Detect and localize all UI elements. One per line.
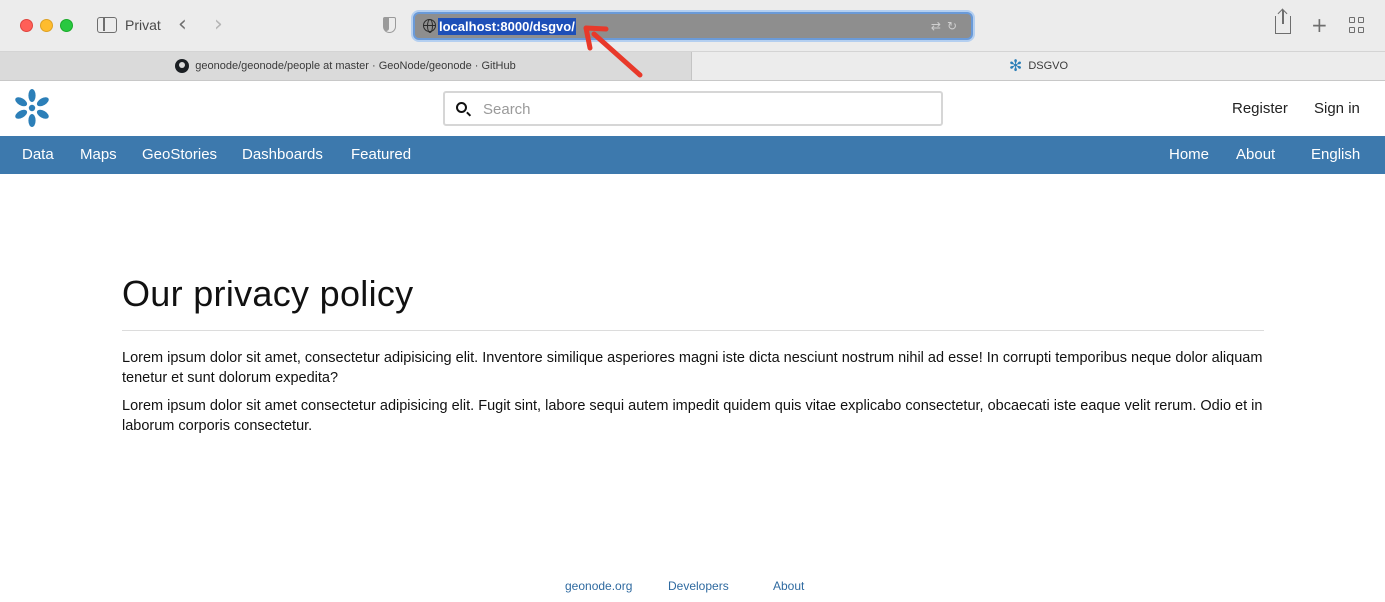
search-input[interactable] [483, 98, 923, 120]
tab-title: geonode/geonode/people at master · GeoNo… [195, 60, 516, 72]
site-header: Register Sign in [0, 81, 1385, 136]
main-nav: Data Maps GeoStories Dashboards Featured… [0, 136, 1385, 174]
search-box [443, 91, 943, 126]
footer-link-geonode-org[interactable]: geonode.org [565, 579, 632, 593]
footer-link-about[interactable]: About [773, 579, 804, 593]
address-bar[interactable]: localhost:8000/dsgvo/ ⇄↻ [413, 12, 973, 40]
footer-link-developers[interactable]: Developers [668, 579, 729, 593]
policy-paragraph: Lorem ipsum dolor sit amet, consectetur … [122, 350, 1263, 386]
tab-title: DSGVO [1028, 60, 1069, 72]
url-text[interactable]: localhost:8000/dsgvo/ [438, 18, 576, 35]
nav-item-home[interactable]: Home [1169, 146, 1209, 163]
nav-item-geostories[interactable]: GeoStories [142, 146, 217, 163]
nav-item-data[interactable]: Data [22, 146, 54, 163]
tab-dsgvo[interactable]: ✻ DSGVO [692, 52, 1385, 80]
title-divider [122, 330, 1264, 331]
search-icon[interactable] [456, 102, 467, 113]
maximize-window-button[interactable] [60, 19, 73, 32]
nav-item-maps[interactable]: Maps [80, 146, 117, 163]
private-window-label: Privat [125, 17, 161, 33]
back-button[interactable]: ‹ [178, 14, 187, 36]
privacy-shield-icon[interactable] [383, 17, 396, 33]
nav-item-dashboards[interactable]: Dashboards [242, 146, 323, 163]
nav-item-about[interactable]: About [1236, 146, 1275, 163]
policy-paragraph: Lorem ipsum dolor sit amet consectetur a… [122, 398, 1263, 434]
minimize-window-button[interactable] [40, 19, 53, 32]
forward-button[interactable]: › [214, 14, 223, 36]
register-link[interactable]: Register [1232, 100, 1288, 117]
geonode-logo-icon[interactable] [12, 88, 52, 128]
tab-bar: geonode/geonode/people at master · GeoNo… [0, 52, 1385, 81]
globe-icon [423, 19, 436, 33]
sidebar-toggle-icon[interactable] [97, 17, 117, 33]
tab-overview-icon[interactable] [1349, 17, 1365, 33]
nav-item-featured[interactable]: Featured [351, 146, 411, 163]
geonode-icon: ✻ [1008, 56, 1023, 75]
reload-icon[interactable]: ⇄↻ [931, 19, 963, 33]
new-tab-icon[interactable]: + [1311, 14, 1328, 36]
github-icon [175, 59, 190, 73]
language-selector[interactable]: English [1311, 146, 1360, 163]
share-icon[interactable] [1275, 10, 1291, 34]
close-window-button[interactable] [20, 19, 33, 32]
annotation-arrow-icon [583, 25, 643, 78]
sign-in-link[interactable]: Sign in [1314, 100, 1360, 117]
browser-toolbar: Privat ‹ › localhost:8000/dsgvo/ ⇄↻ + [0, 0, 1385, 52]
page-title: Our privacy policy [122, 273, 414, 314]
